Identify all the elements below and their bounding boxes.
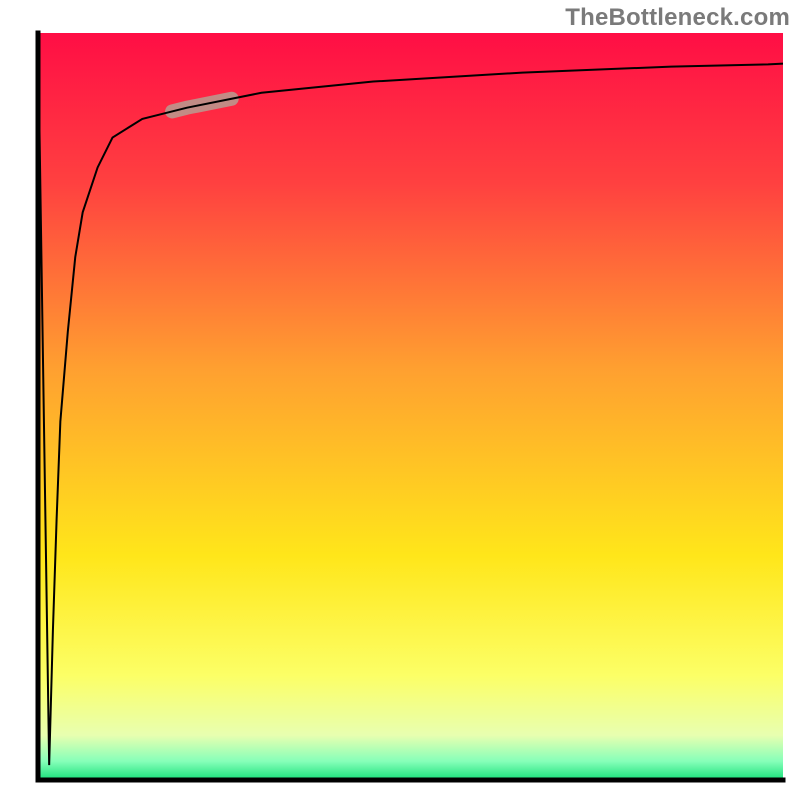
plot-background [38,33,783,780]
bottleneck-chart [0,0,800,800]
chart-container: TheBottleneck.com [0,0,800,800]
